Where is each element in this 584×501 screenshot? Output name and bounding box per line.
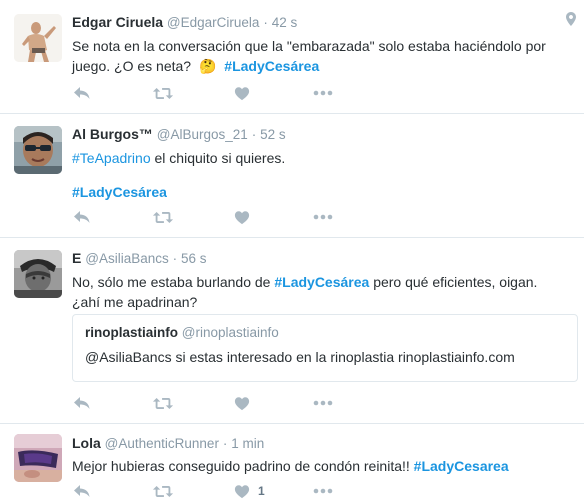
reply-button[interactable] bbox=[72, 207, 92, 227]
tweet-actions bbox=[72, 83, 352, 103]
retweet-icon bbox=[152, 210, 174, 225]
more-button[interactable] bbox=[313, 83, 333, 103]
retweet-icon bbox=[152, 396, 174, 411]
reply-button[interactable] bbox=[72, 83, 92, 103]
retweet-button[interactable] bbox=[152, 393, 174, 413]
tweet-header: Edgar Ciruela @EdgarCiruela · 42 s bbox=[72, 13, 576, 31]
tweet-text-line: #LadyCesárea bbox=[72, 182, 576, 202]
tweet-text-line: ¿ahí me apadrinan? bbox=[72, 294, 198, 310]
reply-icon bbox=[72, 85, 92, 101]
tweet[interactable]: Al Burgos™ @AlBurgos_21 · 52 s #TeApadri… bbox=[0, 114, 584, 238]
like-icon bbox=[234, 484, 250, 499]
avatar[interactable] bbox=[14, 126, 62, 174]
timeline: Edgar Ciruela @EdgarCiruela · 42 s Se no… bbox=[0, 0, 584, 501]
thinking-face-emoji: 🤔 bbox=[198, 59, 217, 75]
timestamp[interactable]: 1 min bbox=[231, 436, 264, 451]
location-pin-icon[interactable] bbox=[566, 12, 576, 29]
retweet-icon bbox=[152, 86, 174, 101]
more-button[interactable] bbox=[313, 207, 333, 227]
tweet-text-segment: juego. ¿O es neta? bbox=[72, 58, 192, 74]
tweet-text-line: #TeApadrino el chiquito si quieres. bbox=[72, 148, 576, 168]
avatar[interactable] bbox=[14, 250, 62, 298]
more-button[interactable] bbox=[313, 393, 333, 413]
username[interactable]: @AlBurgos_21 bbox=[157, 127, 248, 142]
like-button[interactable] bbox=[234, 83, 250, 103]
tweet[interactable]: E @AsiliaBancs · 56 s No, sólo me estaba… bbox=[0, 238, 584, 424]
tweet-actions bbox=[72, 207, 352, 227]
tweet-header: Lola @AuthenticRunner · 1 min bbox=[72, 434, 576, 452]
avatar[interactable] bbox=[14, 434, 62, 482]
tweet-text-line: juego. ¿O es neta? 🤔 #LadyCesárea bbox=[72, 56, 576, 77]
hashtag-link[interactable]: #TeApadrino bbox=[72, 150, 151, 166]
like-button[interactable] bbox=[234, 393, 250, 413]
more-icon bbox=[313, 400, 333, 406]
more-button[interactable] bbox=[313, 481, 333, 501]
tweet-text-segment: Mejor hubieras conseguido padrino de con… bbox=[72, 458, 414, 474]
tweet[interactable]: Lola @AuthenticRunner · 1 min Mejor hubi… bbox=[0, 424, 584, 501]
retweet-icon bbox=[152, 484, 174, 499]
separator: · bbox=[263, 15, 268, 30]
username[interactable]: @EdgarCiruela bbox=[167, 15, 260, 30]
reply-button[interactable] bbox=[72, 393, 92, 413]
reply-icon bbox=[72, 483, 92, 499]
tweet-text-line: Se nota en la conversación que la "embar… bbox=[72, 38, 546, 54]
like-button[interactable]: 1 bbox=[234, 481, 265, 501]
tweet-text: Se nota en la conversación que la "embar… bbox=[72, 36, 576, 77]
fullname[interactable]: E bbox=[72, 250, 81, 266]
quoted-tweet-header: rinoplastiainfo @rinoplastiainfo bbox=[85, 325, 279, 340]
like-icon bbox=[234, 86, 250, 101]
tweet-text: #TeApadrino el chiquito si quieres. #Lad… bbox=[72, 148, 576, 202]
timestamp[interactable]: 56 s bbox=[181, 251, 207, 266]
username[interactable]: @AsiliaBancs bbox=[85, 251, 169, 266]
hashtag-link[interactable]: #LadyCesarea bbox=[414, 458, 509, 474]
more-icon bbox=[313, 488, 333, 494]
tweet-text-line: No, sólo me estaba burlando de #LadyCesá… bbox=[72, 272, 576, 292]
reply-button[interactable] bbox=[72, 481, 92, 501]
like-icon bbox=[234, 396, 250, 411]
quoted-tweet[interactable]: rinoplastiainfo @rinoplastiainfo @Asilia… bbox=[72, 314, 578, 382]
tweet-actions: 1 bbox=[72, 481, 352, 501]
hashtag-link[interactable]: #LadyCesárea bbox=[224, 58, 319, 74]
quoted-tweet-text: @AsiliaBancs si estas interesado en la r… bbox=[85, 349, 515, 365]
like-button[interactable] bbox=[234, 207, 250, 227]
separator: · bbox=[251, 127, 257, 142]
more-icon bbox=[313, 90, 333, 96]
fullname[interactable]: Al Burgos™ bbox=[72, 126, 153, 142]
tweet-text-line: Mejor hubieras conseguido padrino de con… bbox=[72, 456, 576, 476]
quoted-fullname: rinoplastiainfo bbox=[85, 325, 179, 340]
quoted-username: @rinoplastiainfo bbox=[181, 325, 279, 340]
tweet[interactable]: Edgar Ciruela @EdgarCiruela · 42 s Se no… bbox=[0, 0, 584, 114]
more-icon bbox=[313, 214, 333, 220]
tweet-text: Mejor hubieras conseguido padrino de con… bbox=[72, 456, 576, 476]
tweet-text-segment: pero qué eficientes, oigan. bbox=[369, 274, 538, 290]
username[interactable]: @AuthenticRunner bbox=[105, 436, 219, 451]
tweet-text-segment: el chiquito si quieres. bbox=[150, 150, 286, 166]
tweet-header: Al Burgos™ @AlBurgos_21 · 52 s bbox=[72, 125, 576, 143]
retweet-button[interactable] bbox=[152, 83, 174, 103]
separator: · bbox=[172, 251, 178, 266]
reply-icon bbox=[72, 209, 92, 225]
avatar[interactable] bbox=[14, 14, 62, 62]
tweet-text-segment: No, sólo me estaba burlando de bbox=[72, 274, 275, 290]
fullname[interactable]: Edgar Ciruela bbox=[72, 14, 163, 30]
hashtag-link[interactable]: #LadyCesárea bbox=[274, 274, 369, 290]
hashtag-link[interactable]: #LadyCesárea bbox=[72, 184, 167, 200]
like-icon bbox=[234, 210, 250, 225]
reply-icon bbox=[72, 395, 92, 411]
separator: · bbox=[222, 436, 228, 451]
tweet-header: E @AsiliaBancs · 56 s bbox=[72, 249, 576, 267]
fullname[interactable]: Lola bbox=[72, 435, 101, 451]
retweet-button[interactable] bbox=[152, 207, 174, 227]
retweet-button[interactable] bbox=[152, 481, 174, 501]
tweet-text: No, sólo me estaba burlando de #LadyCesá… bbox=[72, 272, 576, 312]
timestamp[interactable]: 42 s bbox=[272, 15, 298, 30]
like-count: 1 bbox=[258, 484, 265, 498]
tweet-actions bbox=[72, 393, 352, 413]
timestamp[interactable]: 52 s bbox=[260, 127, 286, 142]
